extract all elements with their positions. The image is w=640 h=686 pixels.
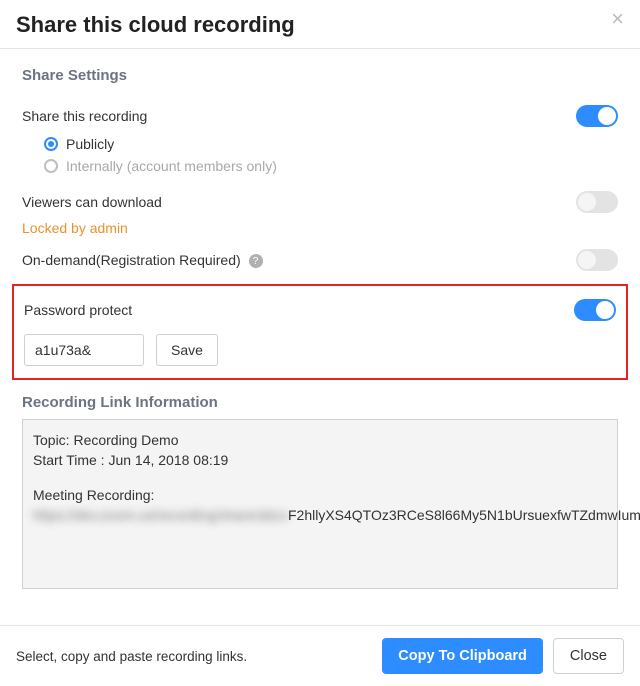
modal-header: Share this cloud recording × [0, 0, 640, 49]
viewers-download-row: Viewers can download [22, 188, 618, 216]
close-button[interactable]: Close [553, 638, 624, 674]
radio-publicly[interactable]: Publicly [44, 136, 618, 152]
share-recording-modal: Share this cloud recording × Share Setti… [0, 0, 640, 686]
footer-hint: Select, copy and paste recording links. [16, 649, 247, 664]
on-demand-label-text: On-demand(Registration Required) [22, 252, 241, 268]
help-icon[interactable]: ? [249, 254, 263, 268]
viewers-download-toggle[interactable] [576, 191, 618, 213]
close-icon[interactable]: × [611, 8, 624, 30]
locked-by-admin-text: Locked by admin [22, 220, 618, 236]
link-url-line: https://dev.zoom.us/recording/share/abcx… [33, 505, 607, 525]
link-url-visible: F2hllyXS4QTOz3RCeS8l66My5N1bUrsuexfwTZdm… [288, 507, 640, 523]
footer-buttons: Copy To Clipboard Close [382, 638, 624, 674]
password-protect-label: Password protect [24, 302, 132, 318]
share-recording-row: Share this recording [22, 102, 618, 130]
link-topic-line: Topic: Recording Demo [33, 430, 607, 450]
recording-link-textarea[interactable]: Topic: Recording Demo Start Time : Jun 1… [22, 419, 618, 589]
password-protect-row: Password protect [24, 296, 616, 324]
password-input[interactable] [24, 334, 144, 366]
share-settings-heading: Share Settings [22, 67, 618, 84]
share-visibility-radio-group: Publicly Internally (account members onl… [22, 136, 618, 174]
on-demand-row: On-demand(Registration Required) ? [22, 246, 618, 274]
radio-internally[interactable]: Internally (account members only) [44, 158, 618, 174]
password-input-row: Save [24, 334, 616, 366]
recording-link-heading: Recording Link Information [22, 394, 618, 411]
share-recording-toggle[interactable] [576, 105, 618, 127]
share-recording-label: Share this recording [22, 108, 147, 124]
password-protect-highlight: Password protect Save [12, 284, 628, 380]
password-protect-toggle[interactable] [574, 299, 616, 321]
radio-selected-icon [44, 137, 58, 151]
on-demand-toggle[interactable] [576, 249, 618, 271]
spacer [33, 471, 607, 485]
save-button[interactable]: Save [156, 334, 218, 366]
radio-publicly-label: Publicly [66, 136, 114, 152]
link-meeting-line: Meeting Recording: [33, 485, 607, 505]
modal-body: Share Settings Share this recording Publ… [0, 49, 640, 625]
radio-internally-label: Internally (account members only) [66, 158, 277, 174]
link-start-line: Start Time : Jun 14, 2018 08:19 [33, 450, 607, 470]
viewers-download-label: Viewers can download [22, 194, 162, 210]
modal-footer: Select, copy and paste recording links. … [0, 625, 640, 686]
toggle-knob [598, 107, 616, 125]
radio-unselected-icon [44, 159, 58, 173]
on-demand-label: On-demand(Registration Required) ? [22, 252, 263, 268]
toggle-knob [578, 251, 596, 269]
copy-to-clipboard-button[interactable]: Copy To Clipboard [382, 638, 543, 674]
toggle-knob [578, 193, 596, 211]
link-url-blurred: https://dev.zoom.us/recording/share/abcx [33, 507, 288, 523]
modal-title: Share this cloud recording [16, 12, 295, 38]
toggle-knob [596, 301, 614, 319]
